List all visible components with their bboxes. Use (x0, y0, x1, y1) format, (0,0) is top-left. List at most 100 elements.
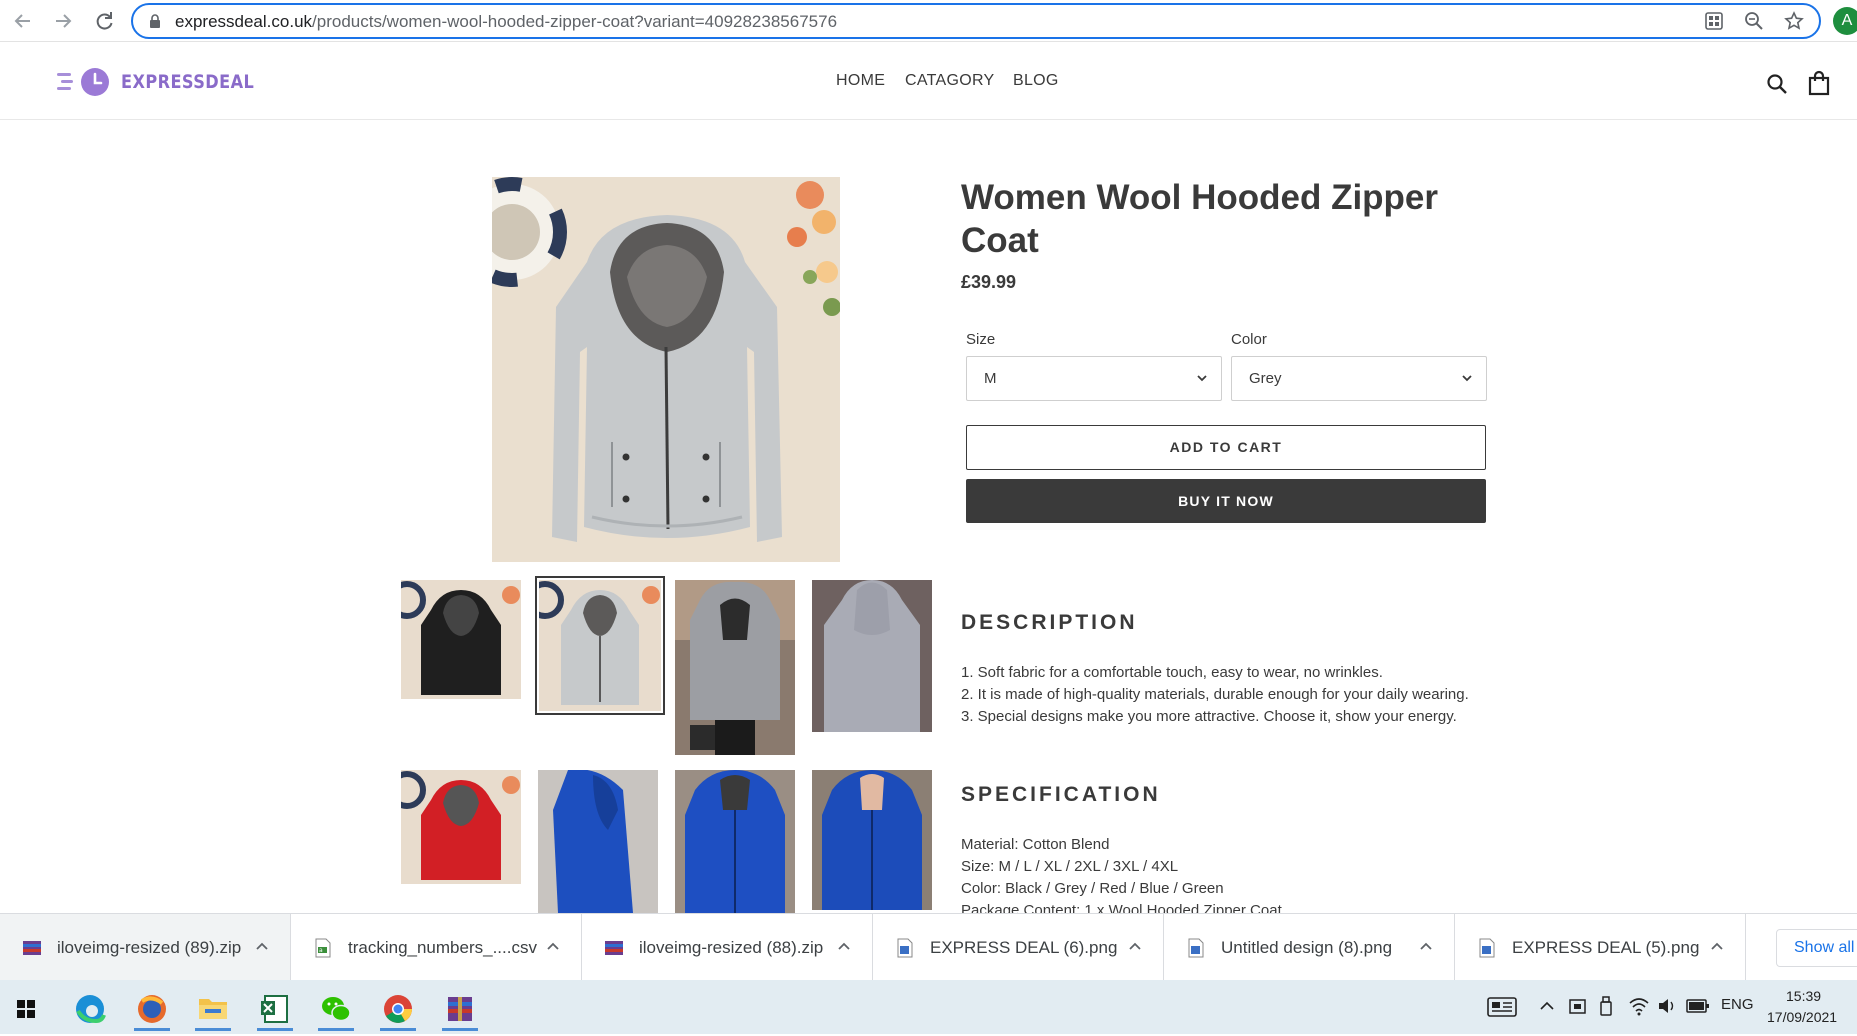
volume-icon[interactable] (1656, 995, 1678, 1017)
battery-saver-icon[interactable] (1567, 995, 1589, 1017)
windows-logo-icon (17, 1000, 35, 1018)
firefox-icon (138, 995, 166, 1023)
winrar-icon (448, 997, 472, 1021)
downloads-bar: iloveimg-resized (89).zip a tracking_num… (0, 913, 1857, 980)
thumbnail-black-hoodie[interactable] (401, 580, 521, 699)
show-all-button[interactable]: Show all (1776, 929, 1857, 967)
chevron-up-icon[interactable] (836, 938, 852, 954)
chevron-down-icon (1462, 375, 1472, 382)
color-label: Color (1231, 331, 1267, 348)
download-filename: iloveimg-resized (88).zip (639, 938, 824, 957)
product-price: £39.99 (961, 272, 1017, 292)
folder-icon (199, 999, 227, 1019)
edge-app[interactable] (66, 987, 114, 1031)
profile-avatar[interactable]: A (1833, 7, 1857, 35)
thumbnail-grey-coat-back[interactable] (812, 580, 932, 732)
excel-icon (261, 995, 288, 1023)
size-value: M (984, 370, 997, 387)
clock-date[interactable]: 17/09/2021 (1767, 1009, 1837, 1025)
svg-text:a: a (319, 947, 323, 954)
chevron-down-icon (1197, 375, 1207, 382)
translate-icon[interactable] (1702, 11, 1726, 35)
shopping-bag-icon[interactable] (1807, 70, 1831, 96)
add-to-cart-button[interactable]: ADD TO CART (966, 425, 1486, 470)
usb-drive-icon[interactable] (1598, 995, 1614, 1017)
site-header: EXPRESSDEAL HOME CATAGORY BLOG (0, 42, 1857, 120)
lock-icon (150, 14, 160, 28)
chevron-up-icon[interactable] (1538, 998, 1556, 1014)
description-heading: DESCRIPTION (961, 611, 1138, 634)
nav-home[interactable]: HOME (836, 72, 885, 90)
chevron-up-icon[interactable] (1127, 938, 1143, 954)
thumbnail-blue-coat-front[interactable] (675, 770, 795, 913)
nav-catagory[interactable]: CATAGORY (905, 72, 995, 90)
url-text[interactable]: expressdeal.co.uk/products/women-wool-ho… (175, 12, 837, 32)
csv-icon: a (315, 938, 331, 958)
search-icon[interactable] (1765, 72, 1789, 96)
download-item[interactable]: iloveimg-resized (88).zip (582, 914, 873, 980)
back-arrow-icon[interactable] (8, 6, 38, 36)
thumbnail-blue-coat-front-2[interactable] (812, 770, 932, 910)
download-filename: EXPRESS DEAL (5).png (1512, 938, 1700, 957)
archive-icon (23, 941, 41, 955)
image-file-icon (1188, 938, 1204, 958)
size-label: Size (966, 331, 996, 348)
wechat-app[interactable] (312, 987, 360, 1031)
reload-icon[interactable] (89, 6, 119, 36)
product-title: Women Wool Hooded Zipper Coat (961, 178, 1439, 260)
news-widget-icon[interactable] (1487, 995, 1517, 1019)
specification-line: Material: Cotton Blend (961, 836, 1110, 853)
specification-heading: SPECIFICATION (961, 783, 1161, 806)
clock-time[interactable]: 15:39 (1786, 988, 1821, 1004)
download-item[interactable]: EXPRESS DEAL (5).png (1455, 914, 1746, 980)
edge-icon (76, 995, 106, 1024)
thumbnail-grey-hoodie-selected[interactable] (535, 576, 665, 715)
url-path: /products/women-wool-hooded-zipper-coat?… (312, 12, 838, 31)
bookmark-star-icon[interactable] (1782, 11, 1806, 35)
description-line: 3. Special designs make you more attract… (961, 708, 1457, 725)
color-value: Grey (1249, 370, 1282, 387)
language-indicator[interactable]: ENG (1721, 996, 1754, 1013)
download-item[interactable]: a tracking_numbers_....csv (291, 914, 582, 980)
description-line: 2. It is made of high-quality materials,… (961, 686, 1469, 703)
chrome-app[interactable] (374, 987, 422, 1031)
logo-text: EXPRESSDEAL (121, 71, 255, 93)
excel-app[interactable] (251, 987, 299, 1031)
winrar-app[interactable] (436, 987, 484, 1031)
nav-blog[interactable]: BLOG (1013, 72, 1059, 90)
forward-arrow-icon[interactable] (48, 6, 78, 36)
windows-taskbar: ENG 15:39 17/09/2021 (0, 980, 1857, 1034)
image-file-icon (1479, 938, 1495, 958)
chevron-up-icon[interactable] (1418, 938, 1434, 954)
archive-icon (605, 941, 623, 955)
product-main-image[interactable] (492, 177, 840, 562)
download-filename: Untitled design (8).png (1221, 938, 1393, 957)
color-select[interactable]: Grey (1231, 356, 1487, 401)
buy-now-button[interactable]: BUY IT NOW (966, 479, 1486, 523)
thumbnail-red-hoodie[interactable] (401, 770, 521, 884)
chevron-up-icon[interactable] (254, 938, 270, 954)
zoom-icon[interactable] (1742, 11, 1766, 35)
start-button[interactable] (2, 987, 50, 1031)
download-filename: tracking_numbers_....csv (348, 938, 537, 957)
battery-icon[interactable] (1686, 998, 1710, 1014)
thumbnail-blue-coat-side[interactable] (538, 770, 658, 913)
chrome-icon (384, 995, 412, 1023)
address-bar[interactable]: expressdeal.co.uk/products/women-wool-ho… (131, 3, 1821, 39)
download-item[interactable]: iloveimg-resized (89).zip (0, 914, 291, 980)
download-item[interactable]: Untitled design (8).png (1164, 914, 1455, 980)
wechat-icon (322, 997, 351, 1022)
browser-toolbar: expressdeal.co.uk/products/women-wool-ho… (0, 0, 1857, 42)
logo-clock-icon (57, 68, 109, 96)
thumbnail-grey-coat-worn[interactable] (675, 580, 795, 755)
firefox-app[interactable] (128, 987, 176, 1031)
download-item[interactable]: EXPRESS DEAL (6).png (873, 914, 1164, 980)
file-explorer-app[interactable] (189, 987, 237, 1031)
chevron-up-icon[interactable] (545, 938, 561, 954)
chevron-up-icon[interactable] (1709, 938, 1725, 954)
size-select[interactable]: M (966, 356, 1222, 401)
specification-line: Color: Black / Grey / Red / Blue / Green (961, 880, 1224, 897)
site-logo[interactable]: EXPRESSDEAL (55, 66, 278, 98)
wifi-icon[interactable] (1628, 995, 1650, 1017)
image-file-icon (897, 938, 913, 958)
